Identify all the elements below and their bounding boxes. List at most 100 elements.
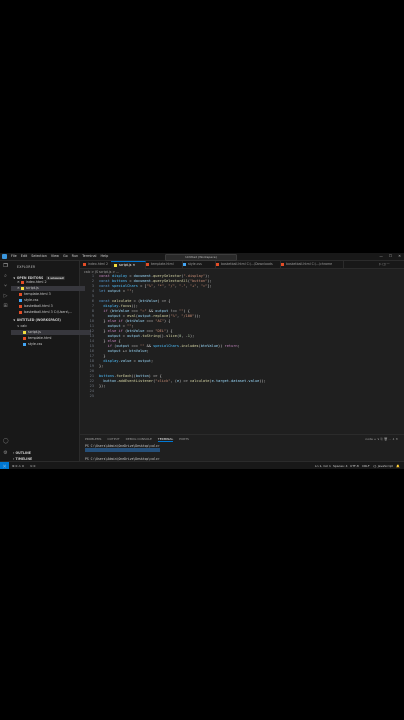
maximize-button[interactable]: ☐ [389,254,392,258]
file-item[interactable]: style.css [11,342,91,347]
manage-gear-icon[interactable]: ⚙ [3,451,8,456]
folder-item[interactable]: ∨ calc [11,324,85,329]
code-line: output = ""; [107,324,134,328]
problems-status[interactable]: ⊗ 0 ⚠ 0 [12,464,24,468]
minimize-button[interactable]: — [379,254,383,258]
language-mode[interactable]: {} JavaScript [373,464,393,468]
line-number: 17 [89,354,94,358]
tab-basketball-html[interactable]: basketball.html C:\...\Downloads [213,261,281,268]
code-line: const display = document.querySelector("… [99,274,210,278]
open-editor-item[interactable]: style.css [11,298,85,303]
tab-style-css[interactable]: style.css [180,261,216,268]
open-editor-item[interactable]: template.html 3 [11,292,85,297]
terminal-output[interactable]: PS C:\Users\Admin\OneDrive\Desktop\calc>… [85,444,160,461]
code-line: } else if (btnValue === "DEL") { [99,329,173,333]
cursor-position[interactable]: Ln 1, Col 1 [315,464,331,468]
menu-file[interactable]: File [11,254,17,258]
menu-edit[interactable]: Edit [21,254,28,258]
tab-template-html[interactable]: template.html [143,261,183,268]
line-number: 24 [89,389,94,393]
eol-status[interactable]: CRLF [362,464,370,468]
menu-terminal[interactable]: Terminal [82,254,96,258]
line-number: 2 [91,279,94,283]
file-item[interactable]: script.js [11,330,91,335]
menu-go[interactable]: Go [63,254,68,258]
line-number: 22 [89,379,94,383]
line-number: 23 [89,384,94,388]
code-line: display.value = output; [103,359,154,363]
tab-problems[interactable]: PROBLEMS [85,437,101,442]
notifications-bell-icon[interactable]: 🔔 [396,464,400,468]
encoding-status[interactable]: UTF-8 [350,464,359,468]
run-debug-icon[interactable]: ▷ [3,294,8,299]
search-icon[interactable]: ⌕ [3,274,8,279]
bottom-panel: PROBLEMS OUTPUT DEBUG CONSOLE TERMINAL P… [80,434,404,462]
ports-status[interactable]: ⊙ 0 [30,464,35,468]
terminal-selection [85,448,160,453]
tab-debug-console[interactable]: DEBUG CONSOLE [126,437,152,442]
tab-basketball-html-2[interactable]: basketball.html C:\...\chrome [278,261,344,268]
extensions-icon[interactable]: ⊞ [3,304,8,309]
close-tab-icon[interactable]: ✕ [132,263,135,267]
html-file-icon [216,262,219,266]
line-number: 16 [89,349,94,353]
tab-terminal[interactable]: TERMINAL [157,437,174,442]
menu-run[interactable]: Run [72,254,79,258]
line-number: 20 [89,369,94,373]
tab-ports[interactable]: PORTS [179,437,189,442]
editor-actions: ▷ ◫ ··· [376,261,404,268]
line-number: 25 [89,394,94,398]
line-number: 10 [89,319,94,323]
code-line: } [99,354,106,358]
code-line: button.addEventListener("click", (e) => … [103,379,266,383]
workspace-section[interactable]: ∨ UNTITLED (WORKSPACE) [13,318,61,322]
outline-section[interactable]: › OUTLINE [13,451,31,455]
line-number: 3 [91,284,94,288]
line-number: 5 [91,294,94,298]
tab-output[interactable]: OUTPUT [107,437,119,442]
terminal-prompt: PS C:\Users\Admin\OneDrive\Desktop\calc> [85,456,160,461]
editor-tabs: index.html 2 script.js ✕ template.html s… [80,261,404,269]
menu-help[interactable]: Help [101,254,109,258]
code-line: display.focus(); [103,304,138,308]
tab-index-html[interactable]: index.html 2 [80,261,114,268]
line-number: 19 [89,364,94,368]
line-number: 1 [91,274,94,278]
line-number: 9 [91,314,94,318]
open-editor-item[interactable]: basketball.html 3 [11,304,85,309]
html-file-icon [83,262,86,266]
file-item[interactable]: template.html [11,336,91,341]
code-editor[interactable]: 1 2 3 4 5 6 7 8 9 10 11 12 13 14 15 16 1… [80,274,404,434]
remote-indicator-icon[interactable]: ⟩⟨ [0,462,9,469]
css-file-icon [183,262,186,266]
code-line: const buttons = document.querySelectorAl… [99,279,212,283]
open-editor-item[interactable]: ✕ script.js [11,286,85,291]
explorer-header: EXPLORER [17,265,36,269]
js-file-icon [20,286,24,290]
command-center-search[interactable]: Untitled (Workspace) [165,254,237,261]
status-bar: ⟩⟨ ⊗ 0 ⚠ 0 ⊙ 0 Ln 1, Col 1 Spaces: 4 UTF… [0,461,404,469]
line-number: 14 [89,339,94,343]
code-line: const specialChars = ["%", "*", "/", "-"… [99,284,212,288]
explorer-icon[interactable]: ❐ [3,264,8,269]
html-file-icon [20,280,24,284]
code-line: output += btnValue; [107,349,149,353]
close-button[interactable]: ✕ [398,254,401,258]
account-icon[interactable]: ◯ [3,439,9,444]
open-editor-item[interactable]: basketball.html 3 C:\Users\... [11,310,85,315]
menu-bar: File Edit Selection View Go Run Terminal… [11,254,108,258]
code-line: if (btnValue === "=" && output !== "") { [103,309,190,313]
split-editor-icon[interactable]: ◫ [382,262,385,266]
source-control-icon[interactable]: ⑂ [3,284,8,289]
more-actions-icon[interactable]: ··· [387,262,390,266]
terminal-actions[interactable]: node + ∨ ⎘ 🗑 ··· ∧ ✕ [365,437,398,441]
js-file-icon [114,263,117,267]
html-file-icon [146,262,149,266]
line-number: 13 [89,334,94,338]
indentation-status[interactable]: Spaces: 4 [333,464,348,468]
tab-script-js[interactable]: script.js ✕ [111,261,146,269]
open-editor-item[interactable]: ✕ index.html 2 [11,280,85,285]
menu-selection[interactable]: Selection [31,254,47,258]
menu-view[interactable]: View [51,254,59,258]
js-file-icon [23,330,26,334]
